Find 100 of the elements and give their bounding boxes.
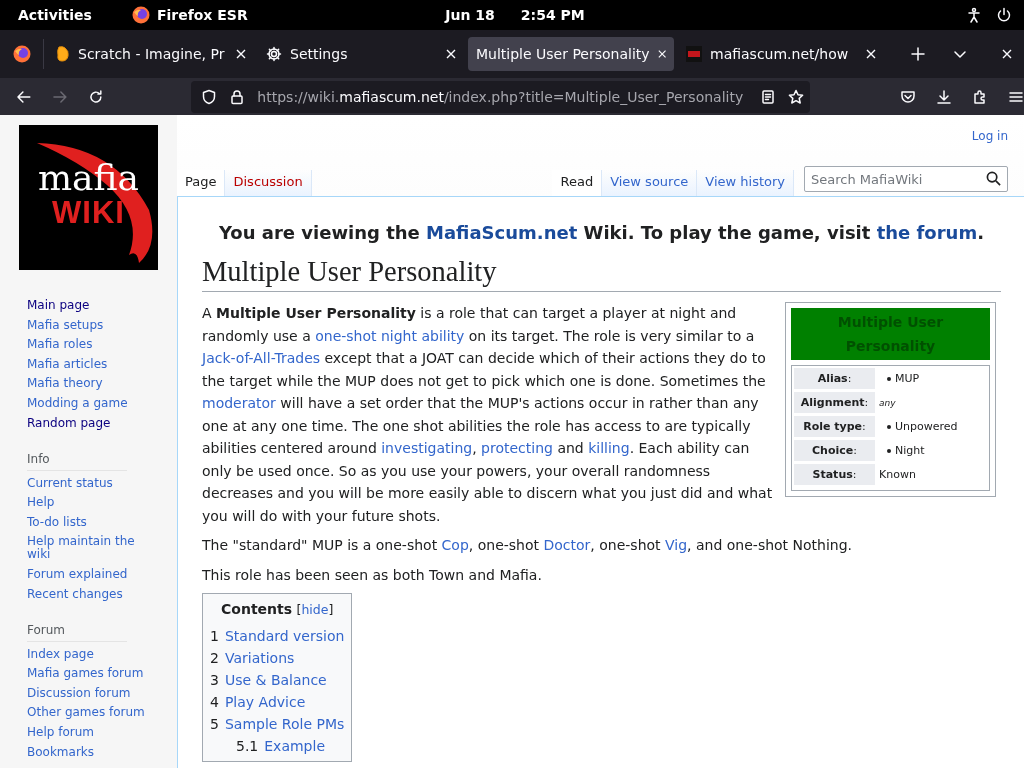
sidebar-link[interactable]: Mafia roles <box>27 338 149 352</box>
link[interactable]: Vig <box>665 537 688 553</box>
toc-number: 5.1 <box>236 736 259 756</box>
sidebar-link[interactable]: Mafia games forum <box>27 667 149 681</box>
infobox-value: any <box>879 396 896 410</box>
toc-link[interactable]: Variations <box>224 646 295 669</box>
sidebar-link[interactable]: Bookmarks <box>27 745 149 759</box>
paragraph: A Multiple User Personality is a role that can target a player at night and randomly use a one-shot night ability on its target. The role is very similar to a Jack-of-All-Trades except that a JOAT can decide which of their actions they do to the target while the MUP does not get to pick which one is done. Sometimes the moderator will have a set order that the MUP's actions occur in rather than any one at any one time. The one shot abilities the role has access to are typically abilities centered around investigating, protecting and killing. Each ability can only be used once. So as you use your powers, your overall randomness decreases and you will be more easily able to discern what you just did and what you will do with your future shots. <box>202 304 773 526</box>
toc-link[interactable]: Play Advice <box>224 690 306 713</box>
back-icon[interactable] <box>16 88 32 105</box>
search-icon[interactable] <box>986 171 1001 186</box>
toc-link[interactable]: Example <box>264 734 325 757</box>
paragraph: The "standard" MUP is a one-shot Cop, one-shot Doctor, one-shot Vig, and one-shot Nothing. <box>202 536 854 555</box>
link[interactable]: protecting <box>481 440 553 456</box>
power-icon[interactable] <box>996 7 1012 23</box>
search-field[interactable]: Search MafiaWiki <box>804 166 1008 192</box>
download-icon[interactable] <box>936 88 952 105</box>
pocket-icon[interactable] <box>900 88 916 105</box>
browser-tab[interactable]: Settings <box>258 37 464 71</box>
sidebar-link[interactable]: Mafia articles <box>27 357 149 371</box>
bullet-icon <box>887 424 891 429</box>
toc-number: 1 <box>210 626 219 646</box>
page-tab[interactable]: Discussion <box>225 170 312 196</box>
sidebar-link[interactable]: Discussion forum <box>27 686 149 700</box>
notice-text: You are viewing the MafiaScum.net Wiki. To play the game, visit the forum. <box>217 221 986 245</box>
address-bar[interactable]: https://wiki.mafiascum.net/index.php?title=Multiple_User_Personality <box>191 80 810 113</box>
link[interactable]: Jack-of-All-Trades <box>202 350 321 366</box>
browser-tab[interactable]: mafiascum.net/how <box>678 37 884 71</box>
link[interactable]: moderator <box>202 395 276 411</box>
view-tab[interactable]: View source <box>602 170 698 196</box>
tab-title: Settings <box>290 46 349 62</box>
link[interactable]: MafiaScum.net <box>426 222 578 243</box>
close-icon[interactable] <box>446 49 456 59</box>
lock-icon[interactable] <box>229 88 246 105</box>
browser-tab[interactable]: Multiple User Personality <box>468 37 674 71</box>
sidebar-link[interactable]: Help <box>27 496 149 510</box>
sidebar-link[interactable]: Mafia setups <box>27 318 149 332</box>
sidebar-link[interactable]: Other games forum <box>27 706 149 720</box>
link[interactable]: killing <box>588 440 630 456</box>
sidebar-link[interactable]: Main page <box>27 299 149 312</box>
toc-number: 5 <box>210 714 219 734</box>
link[interactable]: Doctor <box>543 537 591 553</box>
toc-number: 4 <box>210 692 219 712</box>
page-title: Multiple User Personality <box>202 255 1001 292</box>
sidebar-link[interactable]: To-do lists <box>27 515 149 529</box>
sidebar-link[interactable]: Random page <box>27 416 149 430</box>
link[interactable]: investigating <box>381 440 473 456</box>
infobox-label: Alias: <box>794 368 875 389</box>
firefox-icon[interactable] <box>12 45 31 63</box>
infobox-label: Role type: <box>794 416 875 437</box>
sidebar-link[interactable]: Forum explained <box>27 567 149 581</box>
toc-title: Contents <box>221 601 293 617</box>
sidebar-heading: Info <box>27 451 127 471</box>
clock[interactable]: 2:54 PM <box>520 7 585 23</box>
activities-button[interactable]: Activities <box>18 7 92 23</box>
toc-link[interactable]: Use & Balance <box>224 668 327 691</box>
toc-link[interactable]: Standard version <box>224 624 345 647</box>
browser-tab[interactable]: Scratch - Imagine, Pr <box>48 37 254 71</box>
close-icon[interactable] <box>657 49 666 59</box>
bullet-icon <box>887 448 891 453</box>
sidebar-link[interactable]: Modding a game <box>27 396 149 410</box>
tab-title: Multiple User Personality <box>476 46 650 62</box>
sidebar-link[interactable]: Current status <box>27 476 149 490</box>
tab-title: mafiascum.net/how <box>710 46 850 62</box>
reload-icon[interactable] <box>87 88 104 105</box>
gear-icon <box>266 46 282 62</box>
sidebar-heading: Forum <box>27 622 127 642</box>
link[interactable]: hide <box>301 602 329 617</box>
link[interactable]: the forum <box>876 222 978 243</box>
login-link[interactable]: Log in <box>971 129 1008 143</box>
date[interactable]: Jun 18 <box>445 7 495 23</box>
reader-view-icon[interactable] <box>760 88 776 105</box>
sidebar-link[interactable]: Help maintain the wiki <box>27 535 149 562</box>
sidebar-link[interactable]: Mafia theory <box>27 377 149 391</box>
accessibility-icon[interactable] <box>966 7 982 23</box>
infobox-value: MUP <box>895 371 920 386</box>
toc-number: 3 <box>210 670 219 690</box>
toc-link[interactable]: Sample Role PMs <box>224 712 345 735</box>
link[interactable]: Cop <box>441 537 469 553</box>
close-icon[interactable] <box>236 49 246 59</box>
shield-icon[interactable] <box>201 88 218 105</box>
infobox-label: Status: <box>794 464 875 485</box>
plus-icon[interactable] <box>910 46 926 62</box>
sidebar-link[interactable]: Recent changes <box>27 587 149 601</box>
bullet-icon <box>887 376 891 381</box>
link[interactable]: one-shot night ability <box>315 327 465 344</box>
sidebar-link[interactable]: Help forum <box>27 725 149 739</box>
toc-toggle: [hide] <box>296 602 334 617</box>
close-icon[interactable] <box>866 49 876 59</box>
view-tab[interactable]: View history <box>697 170 794 196</box>
app-name[interactable]: Firefox ESR <box>156 7 248 23</box>
close-icon[interactable] <box>1002 49 1012 59</box>
toc-number: 2 <box>210 648 219 668</box>
paragraph: This role has been seen as both Town and Mafia. <box>202 565 543 585</box>
infobox-label: Alignment: <box>794 392 875 413</box>
star-icon[interactable] <box>788 88 804 105</box>
app-icon[interactable] <box>131 6 150 24</box>
extensions-icon[interactable] <box>972 88 988 105</box>
sidebar-link[interactable]: Index page <box>27 647 149 661</box>
logo-text: WIKI <box>52 196 125 229</box>
